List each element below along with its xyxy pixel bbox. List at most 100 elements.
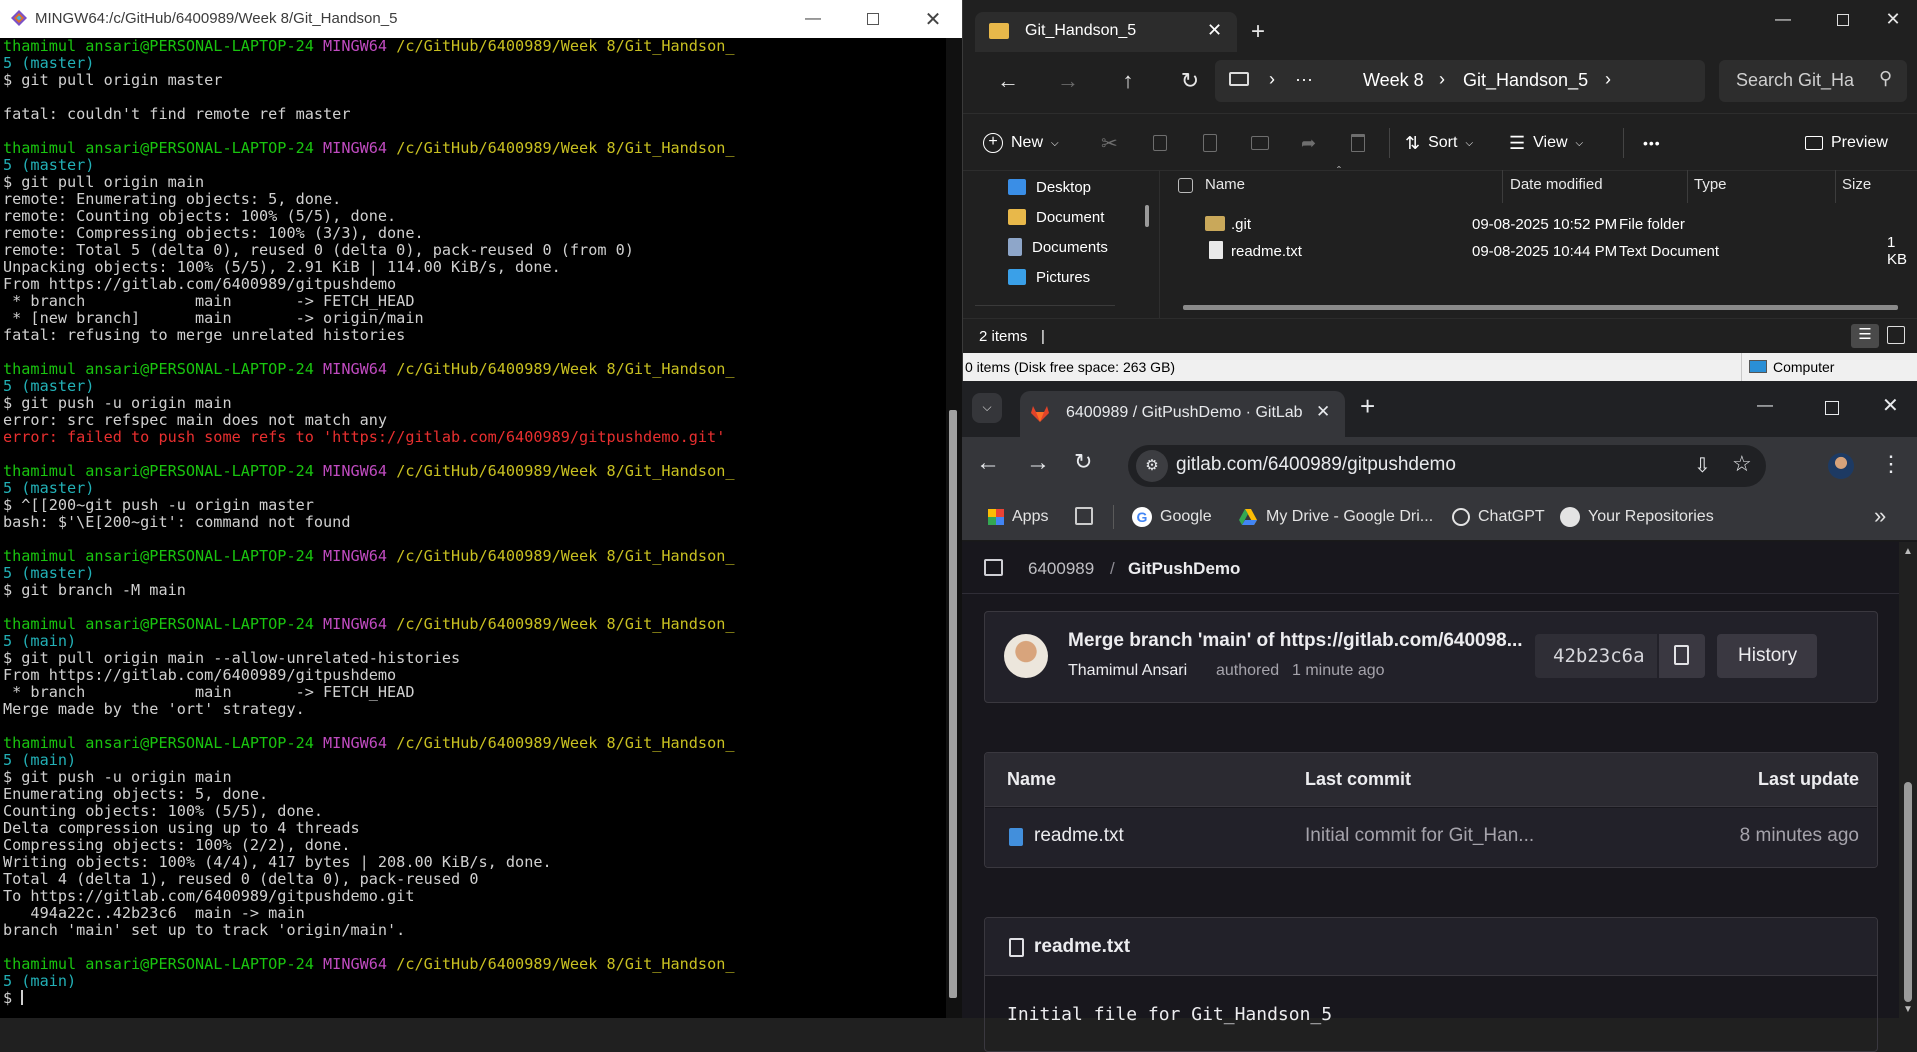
table-row[interactable]: readme.txt Initial commit for Git_Han...…: [985, 808, 1877, 867]
paste-button[interactable]: [1203, 114, 1217, 172]
author-avatar[interactable]: [1004, 634, 1048, 678]
terminal-window[interactable]: MINGW64:/c/GitHub/6400989/Week 8/Git_Han…: [0, 0, 962, 1018]
up-arrow-icon[interactable]: ↑: [1113, 66, 1143, 96]
commit-author[interactable]: Thamimul Ansari: [1068, 662, 1187, 680]
terminal-titlebar[interactable]: MINGW64:/c/GitHub/6400989/Week 8/Git_Han…: [0, 0, 962, 38]
menu-dots-icon[interactable]: ⋮: [1880, 451, 1902, 477]
sidebar-toggle-icon[interactable]: [984, 559, 1003, 576]
terminal-text: MINGW64: [323, 462, 397, 480]
column-header-name[interactable]: Name: [1205, 176, 1245, 193]
status-text: 0 items (Disk free space: 263 GB): [965, 359, 1176, 375]
site-info-icon[interactable]: ⚙: [1136, 450, 1168, 482]
file-row[interactable]: readme.txt 09-08-2025 10:44 PM Text Docu…: [1203, 234, 1917, 268]
forward-arrow-icon[interactable]: →: [1053, 66, 1083, 96]
new-tab-icon[interactable]: +: [1251, 18, 1265, 46]
breadcrumb-current[interactable]: Git_Handson_5: [1463, 70, 1588, 91]
breadcrumb-group[interactable]: 6400989: [1028, 559, 1094, 579]
file-explorer-window[interactable]: Git_Handson_5 ✕ + — ✕ ← → ↑ ↻ › ··· Week…: [962, 0, 1917, 381]
breadcrumb-project[interactable]: GitPushDemo: [1128, 559, 1240, 579]
minimize-icon[interactable]: —: [1763, 8, 1803, 32]
terminal-output[interactable]: thamimul ansari@PERSONAL-LAPTOP-24 MINGW…: [0, 38, 946, 1018]
back-arrow-icon[interactable]: ←: [976, 449, 1000, 477]
bookmark-drive[interactable]: My Drive - Google Dri...: [1238, 493, 1433, 541]
explorer-tab[interactable]: Git_Handson_5 ✕: [975, 12, 1237, 52]
refresh-icon[interactable]: ↻: [1175, 66, 1205, 96]
nav-item-documents[interactable]: Documents: [1008, 232, 1108, 262]
back-arrow-icon[interactable]: ←: [993, 66, 1023, 96]
terminal-line: 5 (master): [3, 565, 946, 582]
view-button[interactable]: ☰ View ⌵: [1509, 114, 1583, 172]
browser-window[interactable]: ⌵ 6400989 / GitPushDemo · GitLab ✕ + — ✕…: [962, 381, 1917, 1052]
nav-item-desktop[interactable]: Desktop: [1008, 172, 1091, 202]
new-button[interactable]: + New ⌵: [983, 114, 1059, 172]
sort-label: Sort: [1428, 134, 1458, 151]
bookmark-repositories[interactable]: Your Repositories: [1560, 493, 1714, 541]
file-row[interactable]: .git 09-08-2025 10:52 PM File folder: [1203, 211, 1917, 237]
terminal-scrollbar-thumb[interactable]: [949, 410, 957, 998]
tab-groups-icon[interactable]: [1075, 507, 1093, 525]
forward-arrow-icon[interactable]: →: [1026, 449, 1050, 477]
tiles-view-button[interactable]: [1887, 326, 1905, 344]
terminal-line: $ git push -u origin main: [3, 395, 946, 412]
file-last-commit[interactable]: Initial commit for Git_Han...: [1305, 825, 1534, 847]
nav-label: Desktop: [1036, 178, 1092, 196]
select-all-checkbox[interactable]: [1178, 178, 1193, 193]
breadcrumb-more[interactable]: ···: [1295, 69, 1313, 90]
minimize-icon[interactable]: —: [1757, 397, 1773, 415]
terminal-text: thamimul ansari@PERSONAL-LAPTOP-24: [3, 38, 324, 55]
bookmark-google[interactable]: G Google: [1132, 493, 1212, 541]
bookmark-star-icon[interactable]: ☆: [1732, 451, 1752, 477]
commit-title[interactable]: Merge branch 'main' of https://gitlab.co…: [1068, 630, 1523, 652]
rename-button[interactable]: [1251, 114, 1269, 172]
copy-button[interactable]: [1153, 114, 1167, 172]
search-input[interactable]: Search Git_Ha ⚲: [1719, 60, 1907, 102]
close-icon[interactable]: ✕: [1882, 393, 1899, 418]
gitlab-page: 6400989 / GitPushDemo Merge branch 'main…: [962, 542, 1899, 1052]
chatgpt-logo-icon: [1452, 508, 1470, 526]
maximize-icon[interactable]: [1825, 401, 1839, 415]
delete-button[interactable]: [1351, 114, 1365, 172]
new-tab-icon[interactable]: +: [1360, 391, 1375, 422]
close-button[interactable]: ✕: [910, 0, 956, 38]
close-tab-icon[interactable]: ✕: [1316, 402, 1330, 422]
browser-tab-title: 6400989 / GitPushDemo · GitLab: [1066, 404, 1303, 421]
reload-icon[interactable]: ↻: [1074, 449, 1092, 475]
readme-title[interactable]: readme.txt: [1034, 936, 1130, 958]
more-bookmarks-icon[interactable]: »: [1874, 503, 1886, 529]
column-header-size[interactable]: Size: [1842, 176, 1871, 193]
profile-avatar[interactable]: [1828, 453, 1854, 479]
address-bar[interactable]: › ··· Week 8 › Git_Handson_5 ›: [1215, 60, 1705, 102]
tab-search-button[interactable]: ⌵: [972, 393, 1002, 423]
preview-button[interactable]: Preview: [1805, 114, 1888, 172]
close-icon[interactable]: ✕: [1873, 6, 1913, 32]
cut-button[interactable]: ✂: [1101, 114, 1118, 172]
minimize-button[interactable]: —: [790, 0, 836, 38]
column-header-type[interactable]: Type: [1694, 176, 1727, 193]
maximize-icon[interactable]: [1823, 8, 1863, 32]
maximize-button[interactable]: [850, 0, 896, 38]
page-scrollbar[interactable]: ▲ ▼: [1899, 542, 1917, 1018]
sort-button[interactable]: ⇅ Sort ⌵: [1405, 114, 1473, 172]
url-bar[interactable]: ⚙ gitlab.com/6400989/gitpushdemo ⇩ ☆: [1128, 445, 1766, 487]
terminal-text: /c/GitHub/6400989/Week 8/Git_Handson_: [396, 547, 735, 565]
install-app-icon[interactable]: ⇩: [1694, 453, 1711, 478]
column-header-date[interactable]: Date modified: [1510, 176, 1603, 193]
share-button[interactable]: ➦: [1301, 114, 1316, 172]
bookmark-chatgpt[interactable]: ChatGPT: [1452, 493, 1545, 541]
new-label: New: [1011, 134, 1044, 151]
nav-item-document[interactable]: Document: [1008, 202, 1104, 232]
more-options-button[interactable]: •••: [1643, 114, 1661, 172]
nav-scrollbar[interactable]: [1145, 205, 1149, 227]
file-list-hscrollbar[interactable]: [1183, 305, 1898, 310]
bookmark-apps[interactable]: Apps: [988, 493, 1048, 541]
nav-item-pictures[interactable]: Pictures: [1008, 262, 1090, 292]
file-link[interactable]: readme.txt: [1034, 825, 1124, 847]
copy-sha-button[interactable]: [1659, 634, 1705, 678]
browser-tab-gitlab[interactable]: 6400989 / GitPushDemo · GitLab ✕: [1020, 391, 1345, 437]
close-tab-icon[interactable]: ✕: [1207, 20, 1222, 41]
breadcrumb-week8[interactable]: Week 8: [1363, 70, 1424, 91]
page-scrollbar-thumb[interactable]: [1904, 782, 1912, 1002]
details-view-button[interactable]: ☰: [1851, 324, 1879, 348]
